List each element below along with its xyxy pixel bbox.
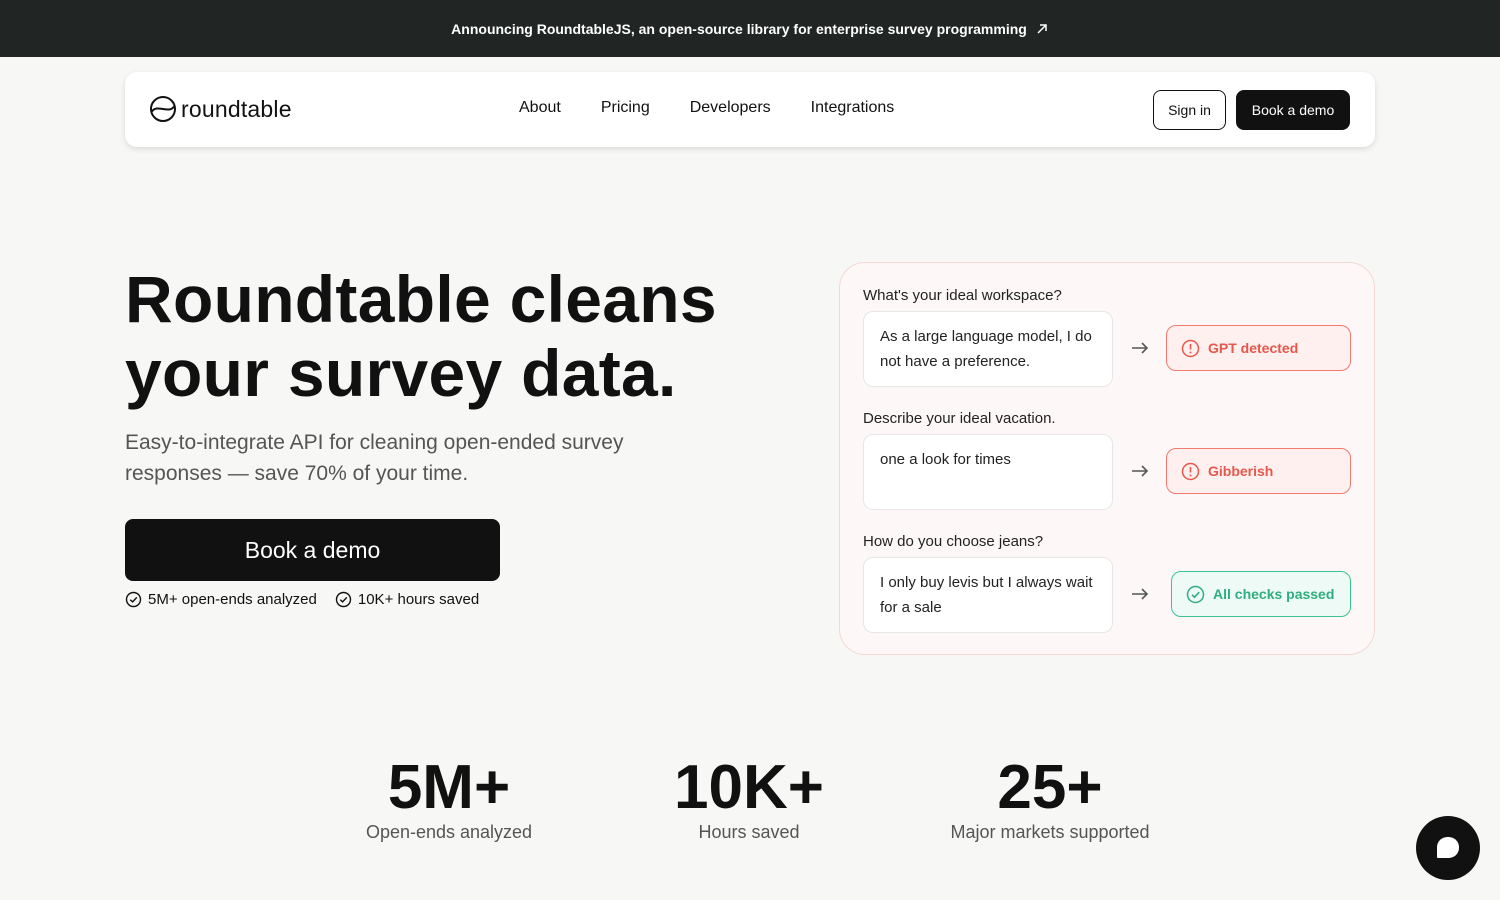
hero-title-line-2: your survey data.: [125, 336, 677, 410]
example-question: How do you choose jeans?: [863, 533, 1044, 550]
nav-link-developers[interactable]: Developers: [690, 99, 771, 117]
sign-in-button[interactable]: Sign in: [1153, 90, 1226, 130]
hero-book-demo-button[interactable]: Book a demo: [125, 519, 500, 581]
chat-bubble-icon: [1437, 837, 1459, 858]
stat-label: Open-ends analyzed: [365, 822, 533, 842]
stat-item: 5M+ Open-ends analyzed: [339, 752, 559, 843]
hero-subtitle: Easy-to-integrate API for cleaning open-…: [125, 431, 624, 485]
stat-label: Major markets supported: [950, 822, 1150, 842]
arrow-right-icon: [1132, 342, 1149, 354]
example-answer: As a large language model, I do not have…: [863, 311, 1113, 387]
logo-text: roundtable: [181, 95, 292, 122]
stat-value: 25+: [997, 753, 1103, 822]
chat-launcher-button[interactable]: [1416, 816, 1480, 880]
nav-link-about[interactable]: About: [519, 99, 561, 117]
hero-title: Roundtable cleans your survey data.: [125, 262, 765, 410]
nav-link-pricing[interactable]: Pricing: [601, 99, 650, 117]
example-answer: one a look for times: [863, 434, 1113, 510]
hero-title-line-1: Roundtable cleans: [125, 262, 717, 336]
example-question: What's your ideal workspace?: [863, 287, 1062, 304]
hero-highlights: 5M+ open-ends analyzed 10K+ hours saved: [125, 591, 479, 608]
check-circle-icon: [1186, 585, 1205, 603]
stat-value: 10K+: [674, 753, 824, 822]
stat-item: 25+ Major markets supported: [920, 752, 1180, 843]
alert-circle-icon: [1181, 462, 1200, 480]
navbar: roundtable About Pricing Developers Inte…: [125, 72, 1375, 147]
stat-item: 10K+ Hours saved: [639, 752, 859, 843]
status-badge: GPT detected: [1166, 325, 1351, 371]
nav-book-demo-button[interactable]: Book a demo: [1236, 90, 1350, 130]
stat-value: 5M+: [387, 753, 511, 822]
stat-label: Hours saved: [698, 822, 800, 842]
status-badge: Gibberish: [1166, 448, 1351, 494]
status-badge-text: Gibberish: [1208, 463, 1274, 479]
announcement-text[interactable]: Announcing RoundtableJS, an open-source …: [451, 21, 1027, 37]
status-badge-text: All checks passed: [1213, 586, 1335, 602]
example-answer: I only buy levis but I always wait for a…: [863, 557, 1113, 633]
status-badge: All checks passed: [1171, 571, 1351, 617]
check-circle-icon: [335, 591, 352, 608]
highlight-text: 5M+ open-ends analyzed: [148, 591, 317, 608]
arrow-right-icon: [1132, 465, 1149, 477]
status-badge-text: GPT detected: [1208, 340, 1299, 356]
highlight-item: 5M+ open-ends analyzed: [125, 591, 317, 608]
demo-card: What's your ideal workspace? As a large …: [839, 262, 1375, 655]
logo[interactable]: roundtable: [149, 95, 292, 123]
nav-link-integrations[interactable]: Integrations: [811, 99, 895, 117]
alert-circle-icon: [1181, 339, 1200, 357]
check-circle-icon: [125, 591, 142, 608]
roundtable-logo-icon: [150, 96, 176, 122]
highlight-text: 10K+ hours saved: [357, 591, 480, 608]
external-arrow-icon: [1037, 23, 1047, 34]
arrow-right-icon: [1132, 588, 1149, 600]
announcement-banner[interactable]: Announcing RoundtableJS, an open-source …: [0, 0, 1500, 57]
highlight-item: 10K+ hours saved: [335, 591, 479, 608]
nav-links: About Pricing Developers Integrations: [519, 99, 894, 117]
example-question: Describe your ideal vacation.: [863, 410, 1056, 427]
